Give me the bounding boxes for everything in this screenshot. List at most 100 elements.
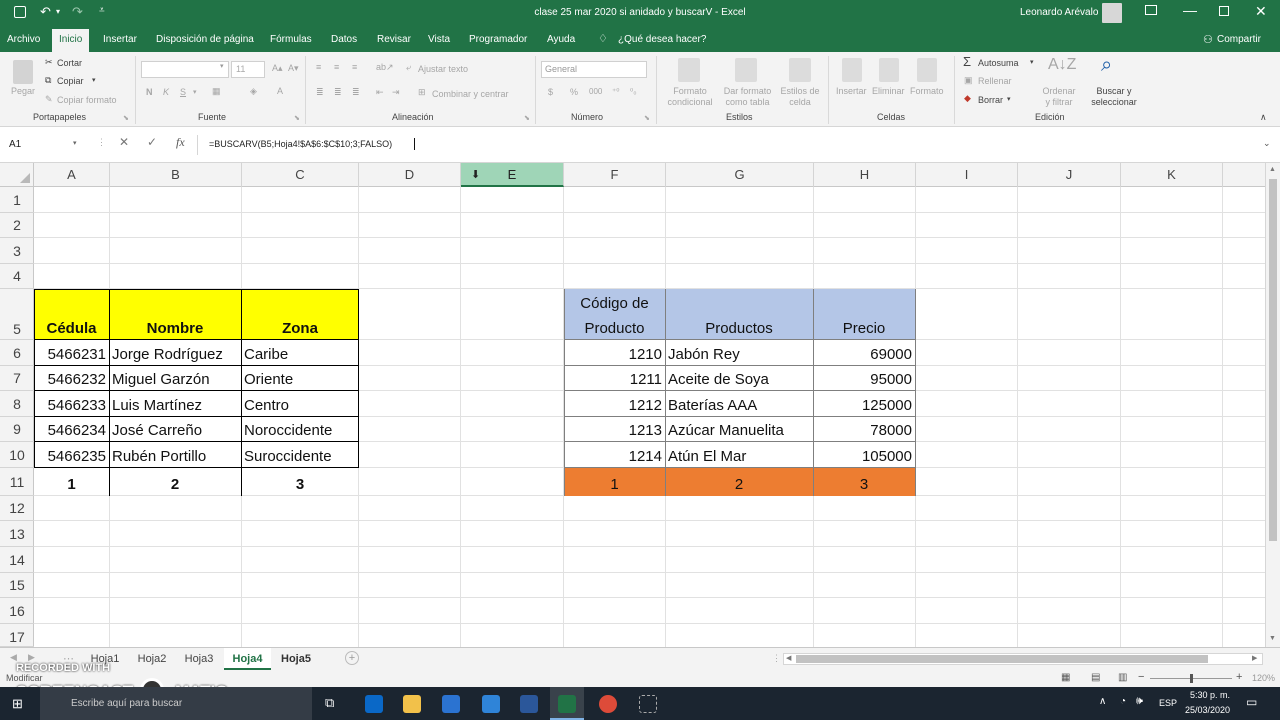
number-format-combo[interactable]: General [541,61,647,78]
merge-icon[interactable]: ⊞ [418,87,426,98]
copy-icon[interactable]: ⧉ [45,75,51,86]
cell-styles-button[interactable]: Estilos de celda [778,86,822,108]
cell-F6[interactable]: 1210 [564,340,665,366]
borders-icon[interactable]: ▦ [212,86,221,97]
tab-insertar[interactable]: Insertar [101,27,139,52]
row-header[interactable]: 8 [0,391,34,417]
cell-A6[interactable]: 5466231 [34,340,109,366]
page-layout-icon[interactable]: ▤ [1091,672,1100,683]
dialog-launcher-icon[interactable]: ⬊ [123,114,129,122]
tab-ayuda[interactable]: Ayuda [545,27,577,52]
snipping-tool-icon[interactable] [639,695,657,713]
cell-C7[interactable]: Oriente [241,366,359,391]
row-header[interactable]: 7 [0,366,34,391]
hscroll-left-icon[interactable]: ◀ [786,654,791,662]
cell-H10[interactable]: 105000 [813,442,915,468]
row-header[interactable]: 6 [0,340,34,366]
currency-icon[interactable]: $ [548,87,553,97]
col-header-I[interactable]: I [916,163,1018,187]
tab-vista[interactable]: Vista [426,27,452,52]
format-cells-button[interactable]: Formato [910,86,944,96]
volume-icon[interactable]: 🕪 [1136,695,1143,708]
windows-start-icon[interactable]: ⊞ [12,696,23,712]
col-header-G[interactable]: G [666,163,814,187]
dialog-launcher-icon[interactable]: ⬊ [524,114,530,122]
scroll-up-icon[interactable]: ▲ [1269,166,1276,173]
row-header[interactable]: 1 [0,187,34,213]
wrap-text-icon[interactable]: ⤶ [406,62,411,73]
cut-icon[interactable]: ✂ [45,57,53,68]
row-header[interactable]: 5 [0,289,34,340]
zoom-in-icon[interactable]: + [1236,671,1242,683]
cell-C6[interactable]: Caribe [241,340,359,366]
fill-icon[interactable]: ▣ [964,75,973,86]
page-break-icon[interactable]: ▥ [1118,672,1127,683]
indent-increase-icon[interactable]: ⇥ [392,87,400,98]
enter-icon[interactable]: ✓ [147,135,157,149]
italic-icon[interactable]: K [163,87,169,97]
cell-C9[interactable]: Noroccidente [241,417,359,442]
align-top-icon[interactable]: ≡ [316,62,321,72]
tab-disposicion[interactable]: Disposición de página [154,27,256,52]
delete-cells-button[interactable]: Eliminar [872,86,905,96]
cell-A10[interactable]: 5466235 [34,442,109,468]
row-header[interactable]: 13 [0,521,34,547]
merge-button[interactable]: Combinar y centrar [432,89,509,99]
notifications-icon[interactable]: ▭ [1246,695,1257,709]
insert-cells-button[interactable]: Insertar [836,86,867,96]
row-header[interactable]: 3 [0,238,34,264]
cell-B8[interactable]: Luis Martínez [109,391,241,417]
cell-H8[interactable]: 125000 [813,391,915,417]
align-middle-icon[interactable]: ≡ [334,62,339,72]
tab-programador[interactable]: Programador [467,27,529,52]
wrap-text-button[interactable]: Ajustar texto [418,64,468,74]
hscroll-right-icon[interactable]: ▶ [1252,654,1257,662]
cell-C8[interactable]: Centro [241,391,359,417]
cell-H9[interactable]: 78000 [813,417,915,442]
cell-G10[interactable]: Atún El Mar [665,442,813,468]
cell-F9[interactable]: 1213 [564,417,665,442]
align-right-icon[interactable]: ≣ [352,87,360,98]
search-icon[interactable]: ⌕ [1101,54,1112,77]
scroll-thumb[interactable] [1269,179,1277,541]
minimize-icon[interactable]: — [1183,2,1197,18]
ribbon-display-icon[interactable] [1145,5,1157,15]
tell-me-input[interactable]: ¿Qué desea hacer? [616,27,708,52]
clear-dropdown-icon[interactable]: ▾ [1007,95,1011,103]
cell-G8[interactable]: Baterías AAA [665,391,813,417]
font-name-dropdown-icon[interactable]: ▾ [220,62,224,70]
paste-label[interactable]: Pegar [11,86,35,96]
cell-H5[interactable]: Precio [813,289,915,340]
col-header-C[interactable]: C [242,163,359,187]
cell-F11[interactable]: 1 [564,468,665,496]
file-explorer-icon[interactable] [403,695,421,713]
fill-color-icon[interactable]: ◈ [250,86,257,97]
collapse-ribbon-icon[interactable]: ∧ [1260,112,1267,123]
cell-G7[interactable]: Aceite de Soya [665,366,813,391]
comma-style-icon[interactable]: 000 [589,87,602,96]
tab-revisar[interactable]: Revisar [375,27,413,52]
cell-C11[interactable]: 3 [241,468,359,496]
cell-A8[interactable]: 5466233 [34,391,109,417]
horizontal-scrollbar[interactable]: ◀ ▶ [783,653,1263,665]
conditional-format-icon[interactable] [678,58,700,82]
conditional-format-button[interactable]: Formato condicional [664,86,716,108]
clear-icon[interactable]: ◆ [964,93,971,104]
cell-F5-line1[interactable]: Código de [564,289,665,315]
cell-F5-line2[interactable]: Producto [564,315,665,340]
split-handle-icon[interactable]: ⋮ [772,653,781,664]
cell-F10[interactable]: 1214 [564,442,665,468]
cell-H7[interactable]: 95000 [813,366,915,391]
clear-button[interactable]: Borrar [978,95,1003,105]
network-icon[interactable]: ◔ [1120,696,1126,707]
worksheet-grid[interactable]: Cédula Nombre Zona 5466231 Jorge Rodrígu… [34,187,1265,647]
delete-cells-icon[interactable] [879,58,899,82]
cell-B7[interactable]: Miguel Garzón [109,366,241,391]
cell-C10[interactable]: Suroccidente [241,442,359,468]
col-header-J[interactable]: J [1018,163,1121,187]
clock-date[interactable]: 25/03/2020 [1185,705,1230,715]
col-header-A[interactable]: A [34,163,110,187]
cell-A7[interactable]: 5466232 [34,366,109,391]
copy-dropdown-icon[interactable]: ▾ [92,76,96,84]
increase-decimal-icon[interactable]: ⁺⁰ [612,87,619,96]
